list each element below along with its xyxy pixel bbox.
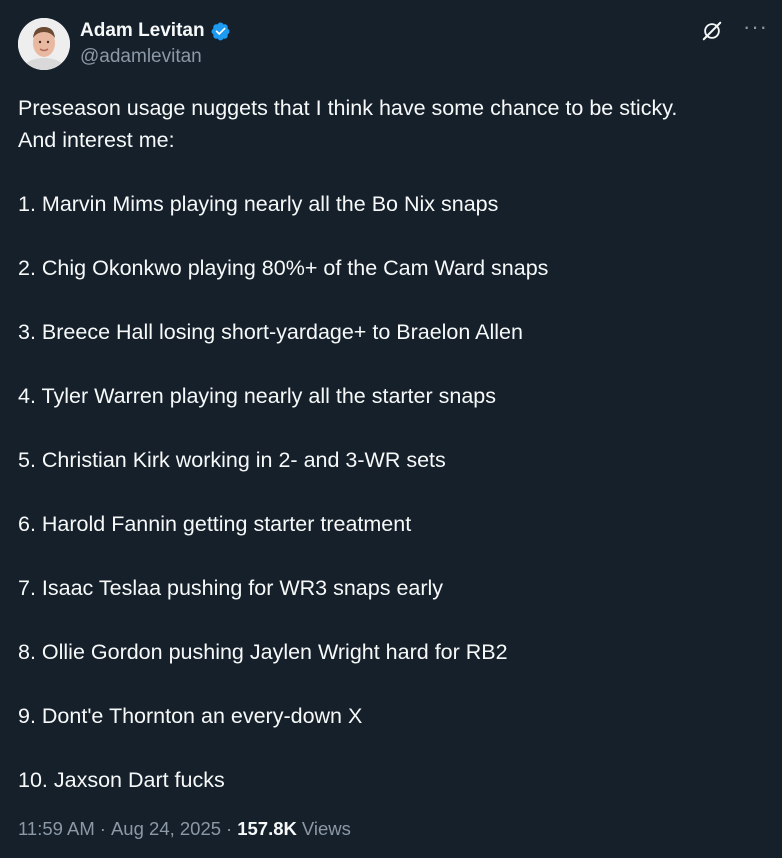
tweet-intro-line: And interest me: — [18, 128, 175, 152]
tweet-intro-line: Preseason usage nuggets that I think hav… — [18, 96, 678, 120]
verified-badge-icon[interactable] — [210, 21, 231, 42]
more-icon[interactable]: ··· — [743, 16, 768, 38]
list-item: 9. Dont'e Thornton an every-down X — [18, 704, 363, 728]
handle[interactable]: @adamlevitan — [80, 46, 231, 68]
separator: · — [99, 818, 106, 839]
display-name[interactable]: Adam Levitan — [80, 20, 205, 42]
list-item: 6. Harold Fannin getting starter treatme… — [18, 512, 412, 536]
top-actions: ··· — [701, 16, 768, 42]
avatar-image — [18, 18, 70, 70]
views-count: 157.8K — [237, 818, 297, 839]
tweet-text: Preseason usage nuggets that I think hav… — [18, 92, 764, 796]
timestamp-date[interactable]: Aug 24, 2025 — [111, 818, 221, 840]
separator: · — [226, 818, 233, 839]
tweet-meta: 11:59 AM · Aug 24, 2025 · 157.8K Views — [18, 818, 351, 840]
list-item: 7. Isaac Teslaa pushing for WR3 snaps ea… — [18, 576, 444, 600]
list-item: 8. Ollie Gordon pushing Jaylen Wright ha… — [18, 640, 508, 664]
tweet: Adam Levitan @adamlevitan ··· Preseason … — [0, 0, 782, 858]
list-item: 2. Chig Okonkwo playing 80%+ of the Cam … — [18, 256, 549, 280]
author-block: Adam Levitan @adamlevitan — [80, 18, 231, 68]
list-item: 4. Tyler Warren playing nearly all the s… — [18, 384, 496, 408]
timestamp-time[interactable]: 11:59 AM — [18, 818, 95, 840]
list-item: 3. Breece Hall losing short-yardage+ to … — [18, 320, 523, 344]
grok-icon[interactable] — [701, 20, 723, 42]
list-item: 5. Christian Kirk working in 2- and 3-WR… — [18, 448, 446, 472]
list-item: 1. Marvin Mims playing nearly all the Bo… — [18, 192, 499, 216]
views-label: Views — [301, 818, 351, 839]
avatar[interactable] — [18, 18, 70, 70]
list-item: 10. Jaxson Dart fucks — [18, 768, 225, 792]
